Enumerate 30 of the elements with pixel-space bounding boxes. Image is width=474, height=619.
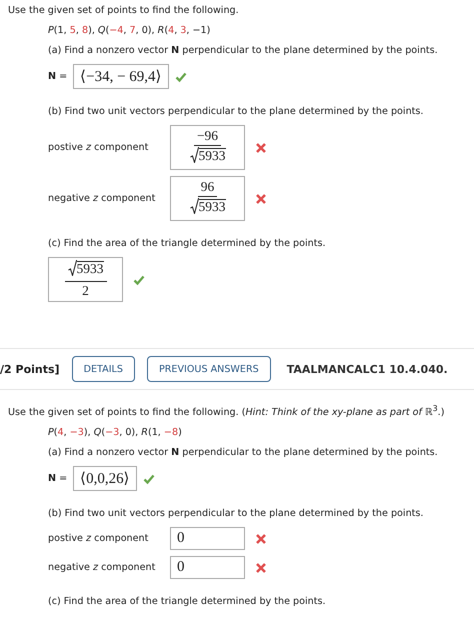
question-text: (c) Find the area of the triangle determined by the points. xyxy=(48,595,327,610)
points-label: /2 Points] xyxy=(0,362,60,376)
points-text: P(1, 5, 8), Q(−4, 7, 0), R(4, 3, −1) xyxy=(48,24,212,38)
field-label: N = xyxy=(48,71,68,82)
radical-sign-icon xyxy=(68,260,76,276)
answer-field[interactable]: 0 xyxy=(170,527,245,550)
answer-field[interactable]: ⟨0,0,26⟩ xyxy=(73,466,137,492)
points-text: P(4, −3), Q(−3, 0), R(1, −8) xyxy=(48,426,183,440)
field-label: negative z component xyxy=(48,193,156,204)
field-label: N = xyxy=(48,473,68,484)
answer-field[interactable]: 5933 2 xyxy=(48,257,123,302)
question-text: (b) Find two unit vectors perpendicular to the plane determined by the points. xyxy=(48,507,424,522)
field-label: postive z component xyxy=(48,533,150,544)
instruction-text: Use the given set of points to find the following. (Hint: Think of the xy-plane as part of ℝ$^{3}$.) xyxy=(8,403,446,420)
answer-field[interactable]: −96 5933 xyxy=(170,125,245,170)
problem-id: TAALMANCALC1 10.4.040. xyxy=(286,362,448,376)
radical-sign-icon xyxy=(190,147,198,163)
field-label: negative z component xyxy=(48,562,156,574)
instruction-text: Use the given set of points to find the following. xyxy=(8,4,240,17)
question-text: (b) Find two unit vectors perpendicular to the plane determined by the points. xyxy=(48,105,424,119)
header-button[interactable]: PREVIOUS ANSWERS xyxy=(146,356,271,382)
question-text: (a) Find a nonzero vector N perpendicular to the plane determined by the points. xyxy=(48,44,439,58)
field-label: postive z component xyxy=(48,142,150,153)
radical-sign-icon xyxy=(190,198,198,214)
question-text: (a) Find a nonzero vector N perpendicular to the plane determined by the points. xyxy=(48,446,439,460)
header-button[interactable]: DETAILS xyxy=(72,356,135,382)
answer-field[interactable]: 96 5933 xyxy=(170,176,245,221)
answer-field[interactable]: ⟨−34, − 69,4⟩ xyxy=(73,64,169,89)
question-text: (c) Find the area of the triangle determined by the points. xyxy=(48,237,327,251)
answer-field[interactable]: 0 xyxy=(170,556,245,580)
